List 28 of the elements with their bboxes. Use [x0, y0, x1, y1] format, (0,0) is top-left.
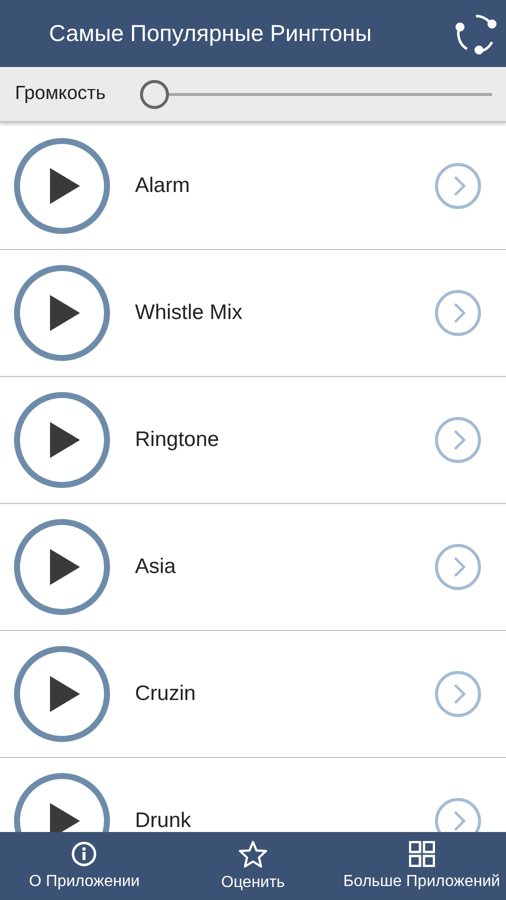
- volume-slider[interactable]: [140, 80, 492, 108]
- grid-icon: [408, 841, 435, 867]
- play-icon: [50, 549, 80, 585]
- play-icon: [50, 676, 80, 712]
- chevron-right-icon: [452, 429, 466, 451]
- star-icon: [238, 840, 268, 868]
- nav-tab[interactable]: О Приложении: [0, 832, 169, 900]
- play-icon: [50, 422, 80, 458]
- ringtone-name: Drunk: [135, 809, 192, 832]
- app-title: Самые Популярные Рингтоны: [49, 20, 372, 47]
- nav-tab[interactable]: Больше Приложений: [337, 832, 506, 900]
- play-icon: [50, 168, 80, 204]
- chevron-right-icon: [452, 302, 466, 324]
- chevron-right-icon: [452, 175, 466, 197]
- chevron-right-icon: [452, 683, 466, 705]
- nav-tab[interactable]: Оценить: [168, 832, 338, 900]
- ringtone-name: Ringtone: [135, 428, 220, 452]
- ringtone-name: Cruzin: [135, 682, 197, 706]
- share-button[interactable]: [454, 12, 498, 56]
- ringtone-name: Whistle Mix: [135, 301, 244, 325]
- play-icon: [50, 295, 80, 331]
- slider-thumb[interactable]: [140, 80, 169, 108]
- ringtone-name: Asia: [135, 555, 177, 579]
- ringtone-name: Alarm: [135, 174, 191, 198]
- chevron-right-icon: [452, 810, 466, 832]
- volume-label: Громкость: [15, 83, 107, 105]
- info-icon: [71, 841, 98, 867]
- chevron-right-icon: [452, 556, 466, 578]
